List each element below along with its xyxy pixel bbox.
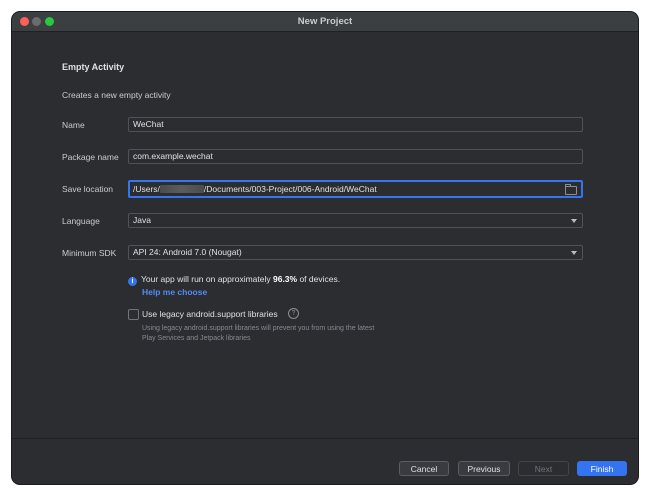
language-select[interactable]: Java [128,213,583,228]
redacted-username [159,185,204,193]
help-me-choose-link[interactable]: Help me choose [142,287,207,297]
minimum-sdk-select[interactable]: API 24: Android 7.0 (Nougat) [128,245,583,260]
cancel-button[interactable]: Cancel [399,461,449,476]
minimum-sdk-label: Minimum SDK [62,248,117,258]
legacy-support-description: Using legacy android.support libraries w… [142,325,375,342]
legacy-support-checkbox[interactable] [128,309,139,320]
chevron-down-icon [571,251,577,255]
language-value: Java [133,215,151,225]
template-description: Creates a new empty activity [62,90,171,100]
question-icon[interactable]: ? [288,308,299,319]
save-location-prefix: /Users/ [133,184,160,194]
name-field[interactable]: WeChat [128,117,583,132]
window-title: New Project [297,16,353,27]
minimum-sdk-value: API 24: Android 7.0 (Nougat) [133,247,242,257]
chevron-down-icon [571,219,577,223]
info-prefix: Your app will run on approximately [141,274,273,284]
legacy-support-label[interactable]: Use legacy android.support libraries [142,309,278,319]
package-name-field[interactable]: com.example.wechat [128,149,583,164]
wizard-content: Empty Activity Creates a new empty activ… [12,32,638,458]
info-icon: i [128,277,137,286]
folder-icon[interactable] [565,184,577,195]
title-bar: New Project [12,12,638,32]
coverage-percent: 96.3% [272,274,298,284]
next-button[interactable]: Next [518,461,569,476]
info-suffix: of devices. [297,274,341,284]
save-location-field[interactable]: /Users/ /Documents/003-Project/006-Androi… [128,180,583,198]
finish-button[interactable]: Finish [577,461,627,476]
device-coverage-info: i Your app will run on approximately 96.3… [128,274,340,286]
package-name-label: Package name [62,152,119,162]
save-location-suffix: /Documents/003-Project/006-Android/WeCha… [203,184,377,194]
save-location-label: Save location [62,184,114,194]
new-project-window: New Project Empty Activity Creates a new… [12,12,638,484]
template-heading: Empty Activity [62,62,125,72]
previous-button[interactable]: Previous [458,461,510,476]
name-label: Name [62,120,85,130]
language-label: Language [62,216,100,226]
button-bar: Cancel Previous Next Finish [12,438,638,484]
